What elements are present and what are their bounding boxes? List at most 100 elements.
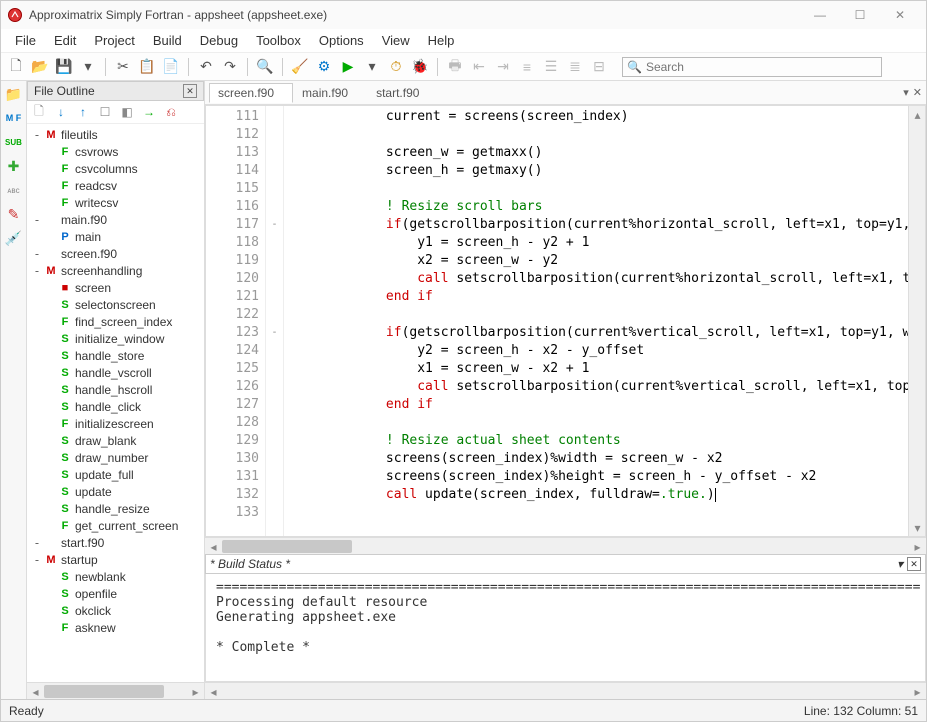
- outline-item[interactable]: Sinitialize_window: [27, 330, 204, 347]
- tab-main[interactable]: main.f90: [293, 83, 367, 103]
- outline-item[interactable]: Sdraw_number: [27, 449, 204, 466]
- marker-icon[interactable]: ✎: [5, 205, 23, 223]
- open-file-icon[interactable]: 📂: [29, 56, 51, 78]
- align-icon[interactable]: ≡: [516, 56, 538, 78]
- menu-view[interactable]: View: [374, 31, 418, 50]
- menu-help[interactable]: Help: [420, 31, 463, 50]
- code-body[interactable]: current = screens(screen_index) screen_w…: [284, 106, 925, 536]
- search-box[interactable]: 🔍: [622, 57, 882, 77]
- build-close-icon[interactable]: ✕: [907, 557, 921, 571]
- outline-tb-3[interactable]: ↑: [73, 103, 93, 121]
- outline-item[interactable]: -Mfileutils: [27, 126, 204, 143]
- menu-options[interactable]: Options: [311, 31, 372, 50]
- cut-icon[interactable]: ✂: [112, 56, 134, 78]
- search-icon[interactable]: 🔍: [254, 56, 276, 78]
- build-dropdown-icon[interactable]: ▾: [897, 557, 903, 571]
- menu-toolbox[interactable]: Toolbox: [248, 31, 309, 50]
- indent-icon[interactable]: ⇤: [468, 56, 490, 78]
- outline-tb-1[interactable]: 🗋: [29, 103, 49, 121]
- align2-icon[interactable]: ☰: [540, 56, 562, 78]
- outline-scroll-left-icon[interactable]: ◂: [27, 683, 44, 699]
- outline-tb-6[interactable]: →: [139, 103, 159, 121]
- tab-screen[interactable]: screen.f90: [209, 83, 293, 103]
- timer-icon[interactable]: ⏱: [385, 56, 407, 78]
- run-icon[interactable]: ▶: [337, 56, 359, 78]
- outline-hscrollbar[interactable]: ◂ ▸: [27, 682, 204, 699]
- undo-icon[interactable]: ↶: [195, 56, 217, 78]
- code-editor[interactable]: 1111121131141151161171181191201211221231…: [205, 105, 926, 537]
- outline-item[interactable]: Pmain: [27, 228, 204, 245]
- vscroll-down-icon[interactable]: ▾: [909, 519, 926, 536]
- copy-icon[interactable]: 📋: [136, 56, 158, 78]
- build-scroll-left-icon[interactable]: ◂: [205, 683, 222, 699]
- menu-project[interactable]: Project: [86, 31, 142, 50]
- outline-item[interactable]: -Mscreenhandling: [27, 262, 204, 279]
- outline-item[interactable]: Shandle_hscroll: [27, 381, 204, 398]
- outline-item[interactable]: Shandle_vscroll: [27, 364, 204, 381]
- outline-item[interactable]: Sselectonscreen: [27, 296, 204, 313]
- abc-icon[interactable]: ᴀʙᴄ: [5, 181, 23, 199]
- outline-tb-5[interactable]: ◧: [117, 103, 137, 121]
- menu-build[interactable]: Build: [145, 31, 190, 50]
- outline-item[interactable]: Freadcsv: [27, 177, 204, 194]
- outline-item[interactable]: Supdate_full: [27, 466, 204, 483]
- outline-item[interactable]: ■screen: [27, 279, 204, 296]
- outline-item[interactable]: -start.f90: [27, 534, 204, 551]
- tab-dropdown-icon[interactable]: ▾: [903, 86, 909, 99]
- outline-item[interactable]: Supdate: [27, 483, 204, 500]
- run-dropdown-icon[interactable]: ▾: [361, 56, 383, 78]
- outline-tb-7[interactable]: ⎌: [161, 103, 181, 121]
- outline-scroll-right-icon[interactable]: ▸: [187, 683, 204, 699]
- build-hscrollbar[interactable]: ◂ ▸: [205, 682, 926, 699]
- outline-item[interactable]: Shandle_resize: [27, 500, 204, 517]
- outline-item[interactable]: Fget_current_screen: [27, 517, 204, 534]
- outdent-icon[interactable]: ⇥: [492, 56, 514, 78]
- minimize-button[interactable]: —: [800, 3, 840, 27]
- outline-item[interactable]: Fcsvrows: [27, 143, 204, 160]
- align4-icon[interactable]: ⊟: [588, 56, 610, 78]
- bug-icon[interactable]: 🐞: [409, 56, 431, 78]
- outline-item[interactable]: Fasknew: [27, 619, 204, 636]
- hscroll-thumb[interactable]: [222, 540, 352, 553]
- maximize-button[interactable]: ☐: [840, 3, 880, 27]
- hscroll-left-icon[interactable]: ◂: [205, 538, 222, 555]
- menu-file[interactable]: File: [7, 31, 44, 50]
- build-icon[interactable]: ⚙: [313, 56, 335, 78]
- menu-edit[interactable]: Edit: [46, 31, 84, 50]
- fold-column[interactable]: --: [266, 106, 284, 536]
- eyedropper-icon[interactable]: 💉: [5, 229, 23, 247]
- sub-icon[interactable]: SUB: [5, 133, 23, 151]
- outline-mode-icon[interactable]: M F: [5, 109, 23, 127]
- save-icon[interactable]: 💾: [53, 56, 75, 78]
- save-dropdown-icon[interactable]: ▾: [77, 56, 99, 78]
- vscroll-up-icon[interactable]: ▴: [909, 106, 926, 123]
- clean-icon[interactable]: 🧹: [289, 56, 311, 78]
- editor-hscrollbar[interactable]: ◂ ▸: [205, 537, 926, 554]
- outline-item[interactable]: Sopenfile: [27, 585, 204, 602]
- paste-icon[interactable]: 📄: [160, 56, 182, 78]
- close-button[interactable]: ✕: [880, 3, 920, 27]
- tab-close-icon[interactable]: ✕: [913, 86, 922, 99]
- project-tree-icon[interactable]: 📁: [5, 85, 23, 103]
- outline-item[interactable]: -Mstartup: [27, 551, 204, 568]
- outline-item[interactable]: Finitializescreen: [27, 415, 204, 432]
- outline-item[interactable]: Shandle_store: [27, 347, 204, 364]
- editor-vscrollbar[interactable]: ▴ ▾: [908, 106, 925, 536]
- outline-scroll-thumb[interactable]: [44, 685, 164, 698]
- tab-start[interactable]: start.f90: [367, 83, 438, 103]
- build-scroll-right-icon[interactable]: ▸: [909, 683, 926, 699]
- align3-icon[interactable]: ≣: [564, 56, 586, 78]
- hscroll-right-icon[interactable]: ▸: [909, 538, 926, 555]
- outline-item[interactable]: Shandle_click: [27, 398, 204, 415]
- outline-item[interactable]: -screen.f90: [27, 245, 204, 262]
- new-file-icon[interactable]: 🗋: [5, 56, 27, 78]
- outline-item[interactable]: Fcsvcolumns: [27, 160, 204, 177]
- plugin-icon[interactable]: ✚: [5, 157, 23, 175]
- outline-close-icon[interactable]: ✕: [183, 84, 197, 98]
- print-icon[interactable]: 🖶: [444, 56, 466, 78]
- menu-debug[interactable]: Debug: [192, 31, 246, 50]
- outline-tb-2[interactable]: ↓: [51, 103, 71, 121]
- outline-item[interactable]: Snewblank: [27, 568, 204, 585]
- search-input[interactable]: [646, 60, 877, 74]
- outline-tb-4[interactable]: ☐: [95, 103, 115, 121]
